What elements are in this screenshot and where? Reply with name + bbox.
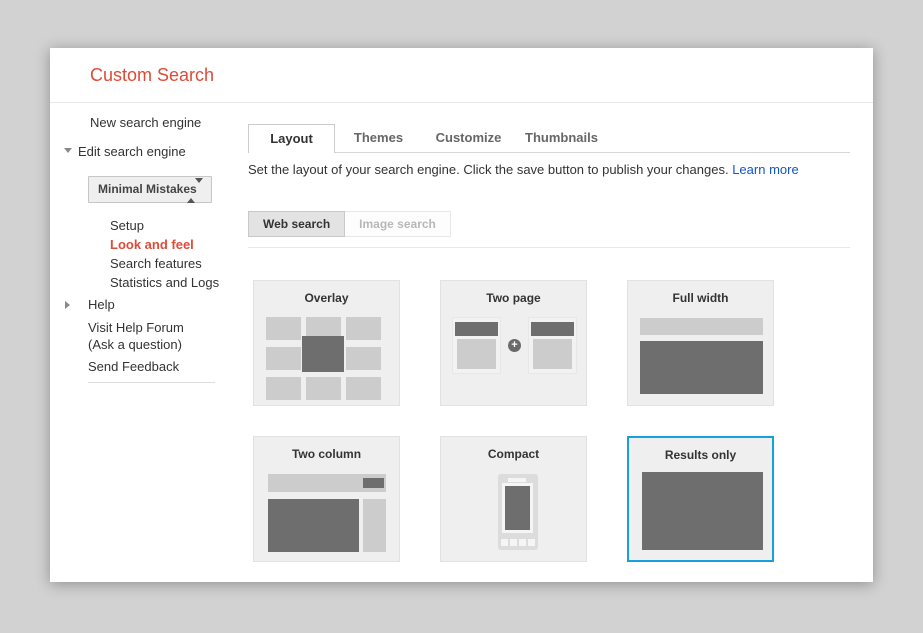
sidebar-item-help-forum[interactable]: Visit Help Forum [88, 320, 184, 335]
sidebar-item-search-features[interactable]: Search features [110, 256, 202, 271]
layout-card-title: Two column [254, 447, 399, 461]
tab-thumbnails[interactable]: Thumbnails [515, 124, 608, 153]
layout-card-overlay[interactable]: Overlay [253, 280, 400, 406]
select-spinner-icon [187, 183, 203, 198]
sidebar-divider [88, 382, 215, 383]
tab-themes[interactable]: Themes [335, 124, 422, 153]
tab-bar: Layout Themes Customize Thumbnails [248, 124, 850, 153]
sidebar-item-statistics-and-logs[interactable]: Statistics and Logs [110, 275, 219, 290]
search-mode-toggle: Web search Image search [248, 211, 451, 237]
layout-card-compact[interactable]: Compact [440, 436, 587, 562]
sidebar-item-help[interactable]: Help [88, 297, 115, 312]
compact-phone-thumbnail [498, 474, 538, 550]
tab-customize[interactable]: Customize [422, 124, 515, 153]
layout-card-full-width[interactable]: Full width [627, 280, 774, 406]
layout-card-title: Overlay [254, 291, 399, 305]
sidebar-item-send-feedback[interactable]: Send Feedback [88, 359, 179, 374]
page-title: Custom Search [90, 48, 214, 103]
web-search-button[interactable]: Web search [248, 211, 345, 237]
sidebar-item-help-forum-sub[interactable]: (Ask a question) [88, 337, 182, 352]
layout-card-title: Full width [628, 291, 773, 305]
engine-select[interactable]: Minimal Mistakes [88, 176, 212, 203]
add-icon [508, 339, 521, 352]
app-header: Custom Search [50, 48, 873, 103]
sidebar-item-look-and-feel[interactable]: Look and feel [110, 237, 194, 252]
sidebar-item-new-search-engine[interactable]: New search engine [90, 115, 201, 130]
layout-card-title: Two page [441, 291, 586, 305]
chevron-down-icon [64, 148, 72, 153]
sidebar-item-edit-search-engine[interactable]: Edit search engine [78, 144, 186, 159]
content-divider [248, 247, 850, 248]
chevron-right-icon [65, 301, 70, 309]
sidebar-item-setup[interactable]: Setup [110, 218, 144, 233]
learn-more-link[interactable]: Learn more [732, 162, 798, 177]
layout-card-two-column[interactable]: Two column [253, 436, 400, 562]
layout-card-title: Results only [629, 448, 772, 462]
engine-select-value: Minimal Mistakes [98, 177, 197, 202]
tab-layout[interactable]: Layout [248, 124, 335, 153]
image-search-button[interactable]: Image search [345, 211, 451, 237]
custom-search-panel: Custom Search New search engine Edit sea… [50, 48, 873, 582]
layout-card-title: Compact [441, 447, 586, 461]
layout-card-results-only[interactable]: Results only [627, 436, 774, 562]
description-text: Set the layout of your search engine. Cl… [248, 162, 729, 177]
tab-description: Set the layout of your search engine. Cl… [248, 162, 799, 177]
layout-card-two-page[interactable]: Two page [440, 280, 587, 406]
